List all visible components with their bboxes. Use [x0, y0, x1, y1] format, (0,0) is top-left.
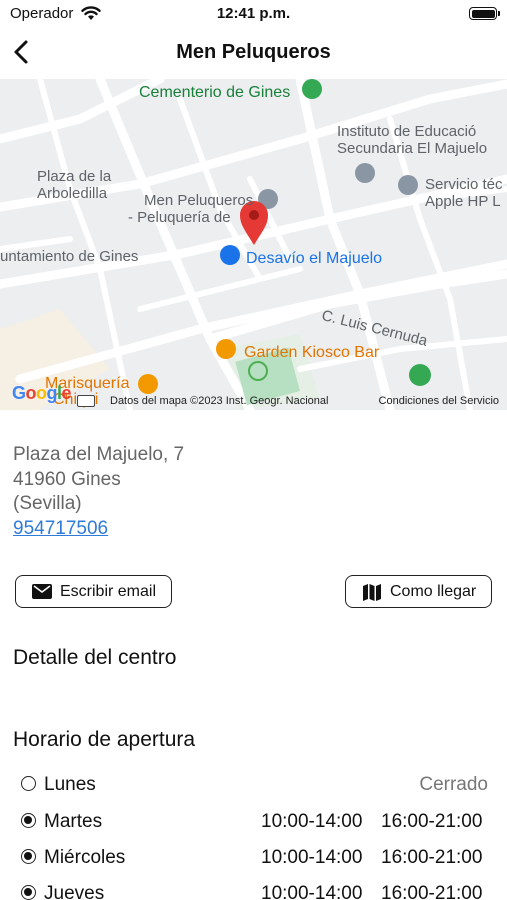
hours-row-jueves[interactable]: Jueves 10:00-14:00 16:00-21:00 — [0, 880, 507, 900]
map-label-ayuntamiento: untamiento de Gines — [0, 248, 139, 265]
day-label: Jueves — [44, 883, 105, 900]
radio-selected-icon[interactable] — [21, 885, 36, 900]
day-label: Lunes — [44, 774, 96, 795]
morning-hours: 10:00-14:00 — [261, 811, 363, 832]
map-label-cementerio: Cementerio de Gines — [139, 84, 291, 101]
afternoon-hours: 16:00-21:00 — [381, 847, 483, 868]
keyboard-icon[interactable] — [77, 395, 95, 407]
map-label-desavio: Desavío el Majuelo — [246, 250, 383, 267]
navigation-bar: Men Peluqueros — [0, 30, 507, 74]
hours-row-martes[interactable]: Martes 10:00-14:00 16:00-21:00 — [0, 808, 507, 838]
hours-row-miercoles[interactable]: Miércoles 10:00-14:00 16:00-21:00 — [0, 844, 507, 874]
morning-hours: 10:00-14:00 — [261, 847, 363, 868]
map-label-plaza: Plaza de la — [37, 168, 112, 185]
map-terms-link[interactable]: Condiciones del Servicio — [379, 395, 499, 407]
write-email-label: Escribir email — [60, 582, 157, 600]
afternoon-hours: 16:00-21:00 — [381, 883, 483, 900]
map-label-men-peluqueros-2: - Peluquería de — [128, 209, 231, 226]
write-email-button[interactable]: Escribir email — [15, 575, 172, 608]
opening-hours-heading: Horario de apertura — [13, 728, 196, 751]
location-map[interactable]: Cementerio de Gines Instituto de Educaci… — [0, 79, 507, 410]
map-label-instituto: Instituto de Educació — [337, 123, 477, 140]
map-icon — [363, 583, 381, 601]
clock: 12:41 p.m. — [216, 5, 291, 22]
map-label-garden: Garden Kiosco Bar — [244, 344, 380, 361]
closed-label: Cerrado — [419, 774, 488, 795]
directions-label: Como llegar — [390, 582, 477, 600]
map-label-men-peluqueros: Men Peluqueros — [144, 192, 254, 209]
address-line: 41960 Gines — [13, 468, 121, 490]
afternoon-hours: 16:00-21:00 — [381, 811, 483, 832]
envelope-icon — [32, 584, 52, 599]
map-data-credit: Datos del mapa ©2023 Inst. Geogr. Nacion… — [110, 395, 329, 407]
morning-hours: 10:00-14:00 — [261, 883, 363, 900]
day-label: Miércoles — [44, 847, 126, 868]
day-label: Martes — [44, 811, 103, 832]
directions-button[interactable]: Como llegar — [345, 575, 492, 608]
status-bar: Operador 12:41 p.m. — [0, 0, 507, 28]
address-line: Plaza del Majuelo, 7 — [13, 444, 185, 465]
map-label-servicio: Servicio téc — [425, 176, 503, 193]
map-label-instituto-2: Secundaria El Majuelo — [337, 140, 488, 157]
map-footer: Datos del mapa ©2023 Inst. Geogr. Nacion… — [0, 392, 507, 410]
phone-link[interactable]: 954717506 — [13, 517, 184, 542]
map-label-servicio-2: Apple HP L — [425, 193, 501, 210]
radio-icon[interactable] — [21, 776, 36, 791]
radio-selected-icon[interactable] — [21, 813, 36, 828]
center-detail-heading: Detalle del centro — [13, 646, 177, 669]
radio-selected-icon[interactable] — [21, 849, 36, 864]
battery-icon — [469, 7, 500, 20]
page-title: Men Peluqueros — [176, 41, 331, 63]
address-block: Plaza del Majuelo, 7 41960 Gines (Sevill… — [13, 443, 184, 541]
address-line: (Sevilla) — [13, 493, 82, 514]
hours-row-lunes[interactable]: Lunes Cerrado — [0, 771, 507, 801]
map-label-plaza-2: Arboledilla — [37, 185, 108, 202]
